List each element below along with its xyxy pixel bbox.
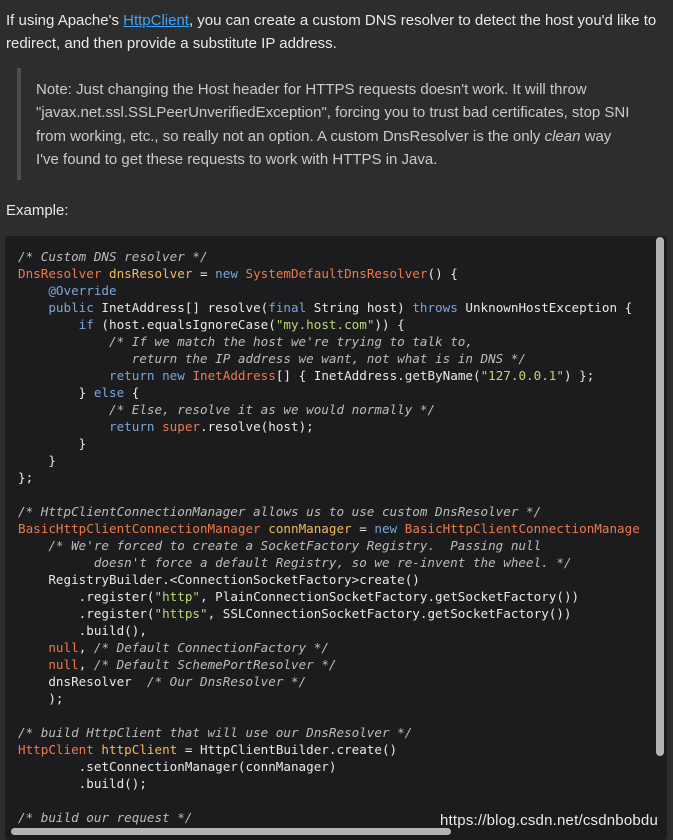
code-token: (host.equalsIgnoreCase(	[93, 317, 276, 332]
code-token: .resolve(host);	[200, 419, 314, 434]
code-token: }	[78, 436, 87, 451]
code-token: new	[374, 521, 398, 536]
code-token: =	[351, 521, 375, 536]
code-token: BasicHttpClientConnectionManage	[404, 521, 640, 536]
code-token: InetAddress[] resolve(	[93, 300, 269, 315]
code-token: /* We're forced to create a SocketFactor…	[48, 538, 542, 553]
code-token: ,	[78, 640, 94, 655]
code-token: /* build HttpClient that will use our Dn…	[18, 725, 413, 740]
code-token: throws	[412, 300, 458, 315]
code-text: /* Custom DNS resolver */ DnsResolver dn…	[18, 248, 640, 826]
httpclient-link[interactable]: HttpClient	[123, 12, 189, 29]
code-token: String host)	[306, 300, 413, 315]
note-text: Note: Just changing the Host header for …	[36, 78, 636, 171]
code-token: };	[18, 470, 34, 485]
code-block[interactable]: /* Custom DNS resolver */ DnsResolver dn…	[5, 236, 667, 840]
code-token: /* If we match the host we're trying to …	[109, 334, 473, 349]
code-token: .register(	[78, 606, 155, 621]
code-token: UnknownHostException {	[457, 300, 633, 315]
code-token: if	[78, 317, 94, 332]
code-token: /* Else, resolve it as we would normally…	[109, 402, 436, 417]
code-token: , SSLConnectionSocketFactory.getSocketFa…	[207, 606, 572, 621]
watermark: https://blog.csdn.net/csdnbobdu	[440, 812, 659, 829]
code-token: HttpClient	[18, 742, 94, 757]
code-token: }	[48, 453, 56, 468]
note-blockquote: Note: Just changing the Host header for …	[17, 68, 641, 180]
code-token: public	[48, 300, 94, 315]
code-token: )) {	[374, 317, 405, 332]
intro-paragraph: If using Apache's HttpClient, you can cr…	[6, 9, 666, 55]
code-token: RegistryBuilder.<ConnectionSocketFactory…	[48, 572, 420, 587]
code-token: null	[48, 640, 79, 655]
code-token: return	[109, 419, 155, 434]
code-token: return	[109, 368, 155, 383]
code-token: DnsResolver	[18, 266, 102, 281]
code-token: }	[78, 385, 94, 400]
code-token: null	[48, 657, 79, 672]
code-token: /* Default ConnectionFactory */	[93, 640, 329, 655]
code-token: new	[215, 266, 238, 281]
horizontal-scrollbar[interactable]	[11, 828, 451, 835]
code-token: "https"	[154, 606, 208, 621]
code-token: BasicHttpClientConnectionManager	[18, 521, 261, 536]
code-token: /* Default SchemePortResolver */	[93, 657, 337, 672]
code-token: connManager	[268, 521, 352, 536]
code-token: /* HttpClientConnectionManager allows us…	[18, 504, 542, 519]
code-token: @Override	[48, 283, 117, 298]
intro-text-before: If using Apache's	[6, 12, 124, 29]
code-token: return the IP address we want, not what …	[109, 351, 527, 366]
code-token: "127.0.0.1"	[480, 368, 564, 383]
code-token: final	[268, 300, 307, 315]
example-label: Example:	[6, 202, 69, 219]
code-token: doesn't force a default Registry, so we …	[71, 555, 572, 570]
code-token: /* build our request */	[18, 810, 193, 825]
code-token: ) };	[563, 368, 595, 383]
code-token: .build(),	[78, 623, 147, 638]
code-token: /* Our DnsResolver */	[146, 674, 307, 689]
note-emphasis: clean	[544, 127, 581, 145]
code-token: dnsResolver	[48, 674, 147, 689]
code-token: "http"	[154, 589, 201, 604]
code-token: () {	[427, 266, 458, 281]
note-text-before: Note: Just changing the Host header for …	[36, 81, 630, 145]
code-token: .build();	[78, 776, 147, 791]
code-token: .register(	[78, 589, 155, 604]
code-token: "my.host.com"	[275, 317, 375, 332]
code-token: /* Custom DNS resolver */	[18, 249, 208, 264]
code-token: );	[48, 691, 64, 706]
code-token: [] { InetAddress.getByName(	[275, 368, 481, 383]
vertical-scrollbar[interactable]	[656, 237, 664, 756]
code-token: = HttpClientBuilder.create()	[177, 742, 398, 757]
code-token: else	[93, 385, 125, 400]
code-token: ,	[78, 657, 94, 672]
code-token: dnsResolver	[109, 266, 193, 281]
code-token: InetAddress	[192, 368, 276, 383]
code-token: =	[192, 266, 216, 281]
code-token: , PlainConnectionSocketFactory.getSocket…	[200, 589, 580, 604]
code-token: SystemDefaultDnsResolver	[245, 266, 428, 281]
code-token: new	[162, 368, 185, 383]
code-token: httpClient	[101, 742, 178, 757]
code-token: super	[162, 419, 201, 434]
code-token: {	[124, 385, 140, 400]
code-token: .setConnectionManager(connManager)	[78, 759, 337, 774]
